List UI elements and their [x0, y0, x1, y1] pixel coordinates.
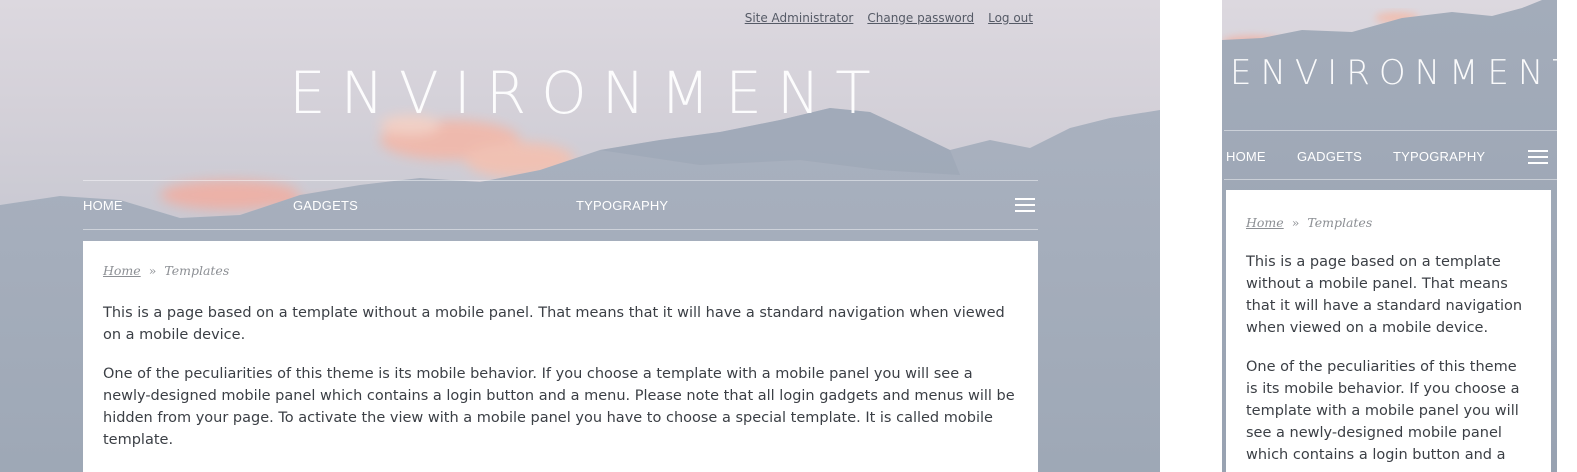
- breadcrumb: Home » Templates: [1246, 215, 1531, 230]
- desktop-view: Site Administrator Change password Log o…: [0, 0, 1160, 472]
- breadcrumb-current: Templates: [1307, 215, 1373, 230]
- site-title[interactable]: ENVIRONMENT: [1230, 50, 1557, 96]
- nav-item-gadgets[interactable]: GADGETS: [293, 198, 358, 213]
- breadcrumb-home-link[interactable]: Home: [1246, 215, 1284, 230]
- main-content: Home » Templates This is a page based on a…: [83, 241, 1038, 472]
- content-paragraph: This is a page based on a template witho…: [103, 305, 1005, 343]
- nav-item-gadgets[interactable]: GADGETS: [1297, 149, 1362, 164]
- main-navigation: HOME GADGETS TYPOGRAPHY: [1224, 130, 1557, 180]
- change-password-link[interactable]: Change password: [867, 11, 974, 25]
- site-administrator-link[interactable]: Site Administrator: [745, 11, 854, 25]
- nav-item-home[interactable]: HOME: [83, 198, 123, 213]
- breadcrumb-current: Templates: [164, 263, 230, 278]
- nav-item-home[interactable]: HOME: [1226, 149, 1266, 164]
- hamburger-menu-icon[interactable]: [1528, 149, 1548, 165]
- content-paragraph: This is a page based on a template witho…: [1246, 254, 1523, 336]
- log-out-link[interactable]: Log out: [988, 11, 1033, 25]
- breadcrumb-separator: »: [1291, 215, 1300, 230]
- nav-item-typography[interactable]: TYPOGRAPHY: [1393, 149, 1485, 164]
- site-title[interactable]: ENVIRONMENT: [289, 58, 886, 128]
- main-content: Home » Templates This is a page based on a…: [1226, 190, 1551, 472]
- hamburger-menu-icon[interactable]: [1015, 197, 1035, 213]
- content-paragraph: One of the peculiarities of this theme i…: [103, 366, 1015, 448]
- header-links: Site Administrator Change password Log o…: [745, 11, 1033, 25]
- nav-item-typography[interactable]: TYPOGRAPHY: [576, 198, 668, 213]
- mobile-view: ENVIRONMENT HOME GADGETS TYPOGRAPHY Home…: [1222, 0, 1557, 472]
- main-navigation: HOME GADGETS TYPOGRAPHY: [83, 180, 1038, 230]
- content-paragraph: One of the peculiarities of this theme i…: [1246, 359, 1520, 463]
- breadcrumb: Home » Templates: [103, 263, 1018, 278]
- breadcrumb-separator: »: [148, 263, 157, 278]
- breadcrumb-home-link[interactable]: Home: [103, 263, 141, 278]
